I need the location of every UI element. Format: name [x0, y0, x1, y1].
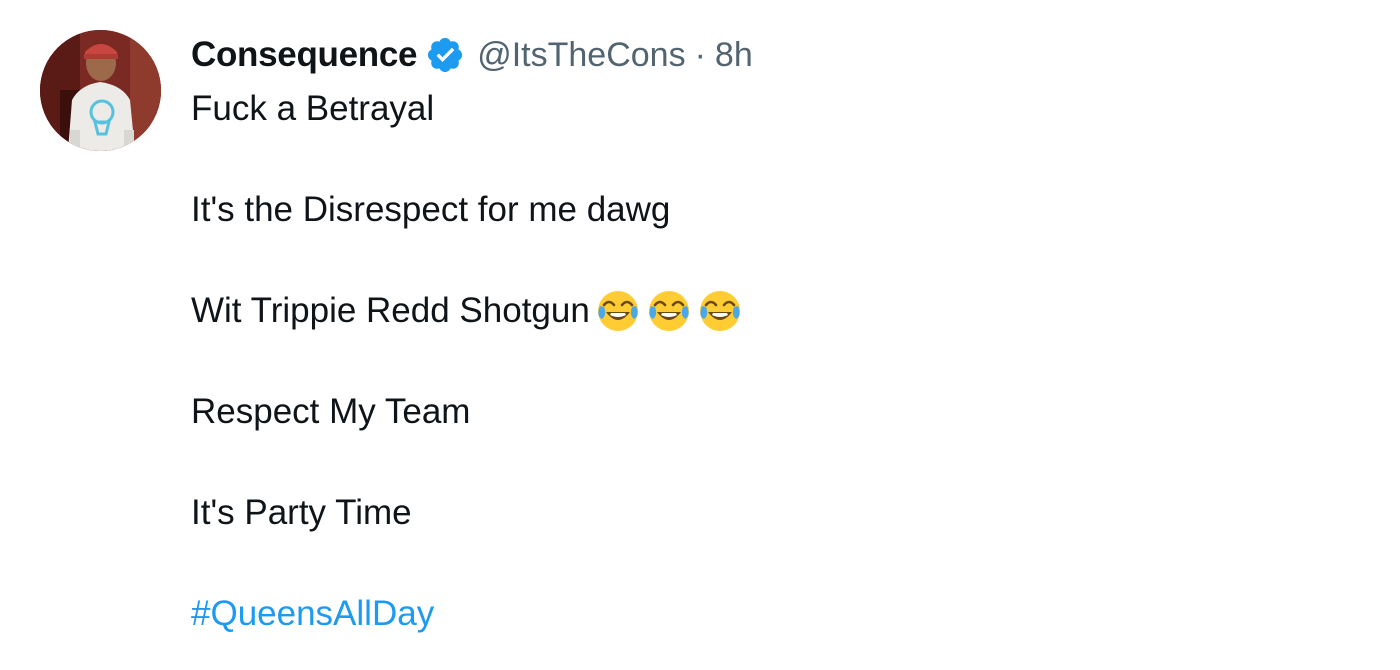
- header-separator: ·: [694, 35, 706, 74]
- tweet-timestamp[interactable]: 8h: [715, 36, 753, 75]
- tweet-text-line-4: Respect My Team: [191, 392, 471, 431]
- author-handle[interactable]: @ItsTheCons: [477, 36, 685, 75]
- tweet-text-line-1: Fuck a Betrayal: [191, 89, 435, 128]
- tweet-content: Consequence @ItsTheCons · 8h Fuck a Betr…: [191, 32, 1341, 637]
- author-display-name[interactable]: Consequence: [191, 35, 418, 75]
- face-with-tears-of-joy-icon: [697, 288, 743, 334]
- tweet-text-line-2: It's the Disrespect for me dawg: [191, 190, 671, 229]
- tweet-header: Consequence @ItsTheCons · 8h: [191, 32, 1341, 78]
- tweet-text-line-3-text: Wit Trippie Redd Shotgun: [191, 291, 590, 330]
- tweet-text-line-5: It's Party Time: [191, 493, 412, 532]
- hashtag-link[interactable]: #QueensAllDay: [191, 591, 434, 637]
- tweet[interactable]: Consequence @ItsTheCons · 8h Fuck a Betr…: [0, 0, 1400, 670]
- face-with-tears-of-joy-icon: [595, 288, 641, 334]
- tweet-text-line-3: Wit Trippie Redd Shotgun: [191, 288, 1341, 334]
- hashtag-line: #QueensAllDay: [191, 591, 1341, 637]
- face-with-tears-of-joy-icon: [646, 288, 692, 334]
- verified-badge-icon: [425, 35, 465, 75]
- avatar[interactable]: [40, 30, 161, 151]
